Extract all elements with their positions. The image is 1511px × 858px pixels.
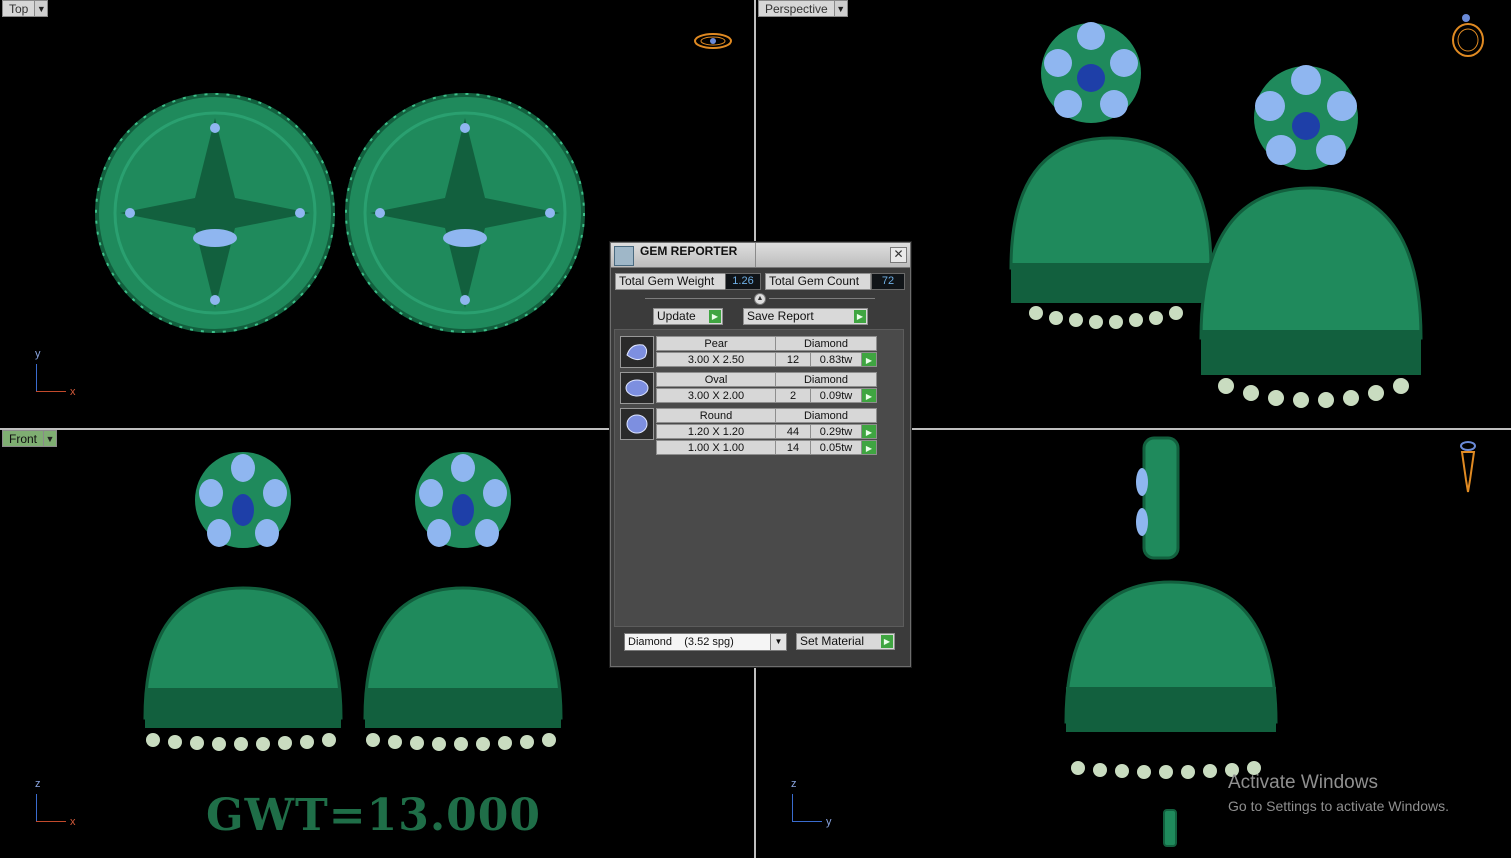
select-gem-arrow-icon[interactable]: ▶: [861, 424, 877, 439]
set-material-button[interactable]: Set Material ▶: [796, 633, 895, 650]
gem-count: 44: [775, 424, 811, 439]
axis-x-label: x: [70, 816, 76, 828]
axis-x-label: x: [70, 386, 76, 398]
chevron-down-icon[interactable]: ▼: [834, 0, 848, 17]
gem-count: 14: [775, 440, 811, 455]
chevron-down-icon[interactable]: ▼: [770, 634, 786, 650]
gem-size: 3.00 X 2.50: [656, 352, 776, 367]
axis-z-line: [792, 794, 793, 822]
axis-y-line: [792, 821, 822, 822]
viewport-label-perspective[interactable]: Perspective ▼: [758, 0, 848, 17]
gem-count: 12: [775, 352, 811, 367]
gem-weight: 0.83tw: [810, 352, 862, 367]
axis-y-label: y: [35, 348, 41, 360]
axis-y-label: y: [826, 816, 832, 828]
update-button-label: Update: [657, 309, 696, 323]
total-gem-count-label: Total Gem Count: [765, 273, 871, 290]
viewport-label-top[interactable]: Top ▼: [2, 0, 49, 17]
axis-z-label: z: [35, 778, 41, 790]
total-gem-weight-value: 1.26: [725, 273, 761, 290]
gem-material: Diamond: [775, 336, 877, 351]
collapse-toggle-icon[interactable]: ▲: [754, 293, 766, 305]
gem-shape-pear: Pear: [656, 336, 776, 351]
oval-gem-icon[interactable]: [620, 372, 654, 404]
material-select[interactable]: Diamond (3.52 spg) ▼: [624, 633, 787, 651]
collapse-separator-right: [769, 298, 875, 299]
play-arrow-icon[interactable]: ▶: [854, 310, 866, 323]
viewport-label-text[interactable]: Top: [2, 0, 36, 17]
axis-y-line: [36, 364, 37, 392]
axis-z-line: [36, 794, 37, 822]
gem-weight: 0.29tw: [810, 424, 862, 439]
play-arrow-icon[interactable]: ▶: [709, 310, 721, 323]
earring-model-top-view[interactable]: [90, 88, 600, 338]
watermark-subtitle: Go to Settings to activate Windows.: [1228, 798, 1449, 814]
viewport-label-front[interactable]: Front ▼: [2, 430, 58, 447]
gross-weight-text: GWT=13.000: [206, 790, 541, 841]
axis-indicator-right: z y: [791, 778, 832, 828]
gem-weight: 0.05tw: [810, 440, 862, 455]
select-gem-arrow-icon[interactable]: ▶: [861, 440, 877, 455]
earring-model-perspective-view[interactable]: [1006, 8, 1426, 418]
total-gem-weight-label: Total Gem Weight: [615, 273, 726, 290]
gem-reporter-app-icon: [614, 246, 634, 266]
gem-material: Diamond: [775, 372, 877, 387]
set-material-button-label: Set Material: [800, 634, 865, 648]
gem-weight: 0.09tw: [810, 388, 862, 403]
gem-size: 1.20 X 1.20: [656, 424, 776, 439]
windows-activation-watermark: Activate Windows Go to Settings to activ…: [1228, 772, 1449, 814]
total-gem-count-value: 72: [871, 273, 905, 290]
axis-indicator-top: y x: [35, 348, 76, 398]
pendant-nav-icon[interactable]: [1456, 440, 1480, 494]
axis-z-label: z: [791, 778, 797, 790]
gem-count: 2: [775, 388, 811, 403]
chevron-down-icon[interactable]: ▼: [44, 430, 58, 447]
gem-list[interactable]: Pear Diamond 3.00 X 2.50 12 0.83tw ▶ Ova…: [614, 329, 904, 627]
gem-size: 1.00 X 1.00: [656, 440, 776, 455]
save-report-button[interactable]: Save Report ▶: [743, 308, 868, 325]
close-icon[interactable]: ✕: [890, 247, 907, 263]
title-separator: [755, 243, 756, 267]
play-arrow-icon[interactable]: ▶: [881, 635, 893, 648]
material-select-value: Diamond (3.52 spg): [628, 636, 734, 648]
ring-nav-icon[interactable]: [692, 28, 734, 54]
collapse-separator-left: [645, 298, 751, 299]
viewport-label-text[interactable]: Perspective: [758, 0, 835, 17]
earring-model-front-view[interactable]: [135, 448, 575, 770]
axis-indicator-front: z x: [35, 778, 76, 828]
gem-material: Diamond: [775, 408, 877, 423]
watermark-title: Activate Windows: [1228, 772, 1378, 793]
viewport-label-text[interactable]: Front: [2, 430, 45, 447]
axis-x-line: [36, 391, 66, 392]
ring-nav-icon[interactable]: [1448, 10, 1488, 60]
save-report-button-label: Save Report: [747, 309, 814, 323]
update-button[interactable]: Update ▶: [653, 308, 723, 325]
select-gem-arrow-icon[interactable]: ▶: [861, 352, 877, 367]
axis-x-line: [36, 821, 66, 822]
pear-gem-icon[interactable]: [620, 336, 654, 368]
select-gem-arrow-icon[interactable]: ▶: [861, 388, 877, 403]
chevron-down-icon[interactable]: ▼: [35, 0, 49, 17]
dialog-title: GEM REPORTER: [640, 244, 738, 258]
dialog-titlebar[interactable]: GEM REPORTER ✕: [611, 243, 910, 268]
round-gem-icon[interactable]: [620, 408, 654, 440]
gem-shape-round: Round: [656, 408, 776, 423]
gem-reporter-dialog[interactable]: GEM REPORTER ✕ Total Gem Weight 1.26 Tot…: [610, 242, 911, 667]
gem-size: 3.00 X 2.00: [656, 388, 776, 403]
gem-shape-oval: Oval: [656, 372, 776, 387]
